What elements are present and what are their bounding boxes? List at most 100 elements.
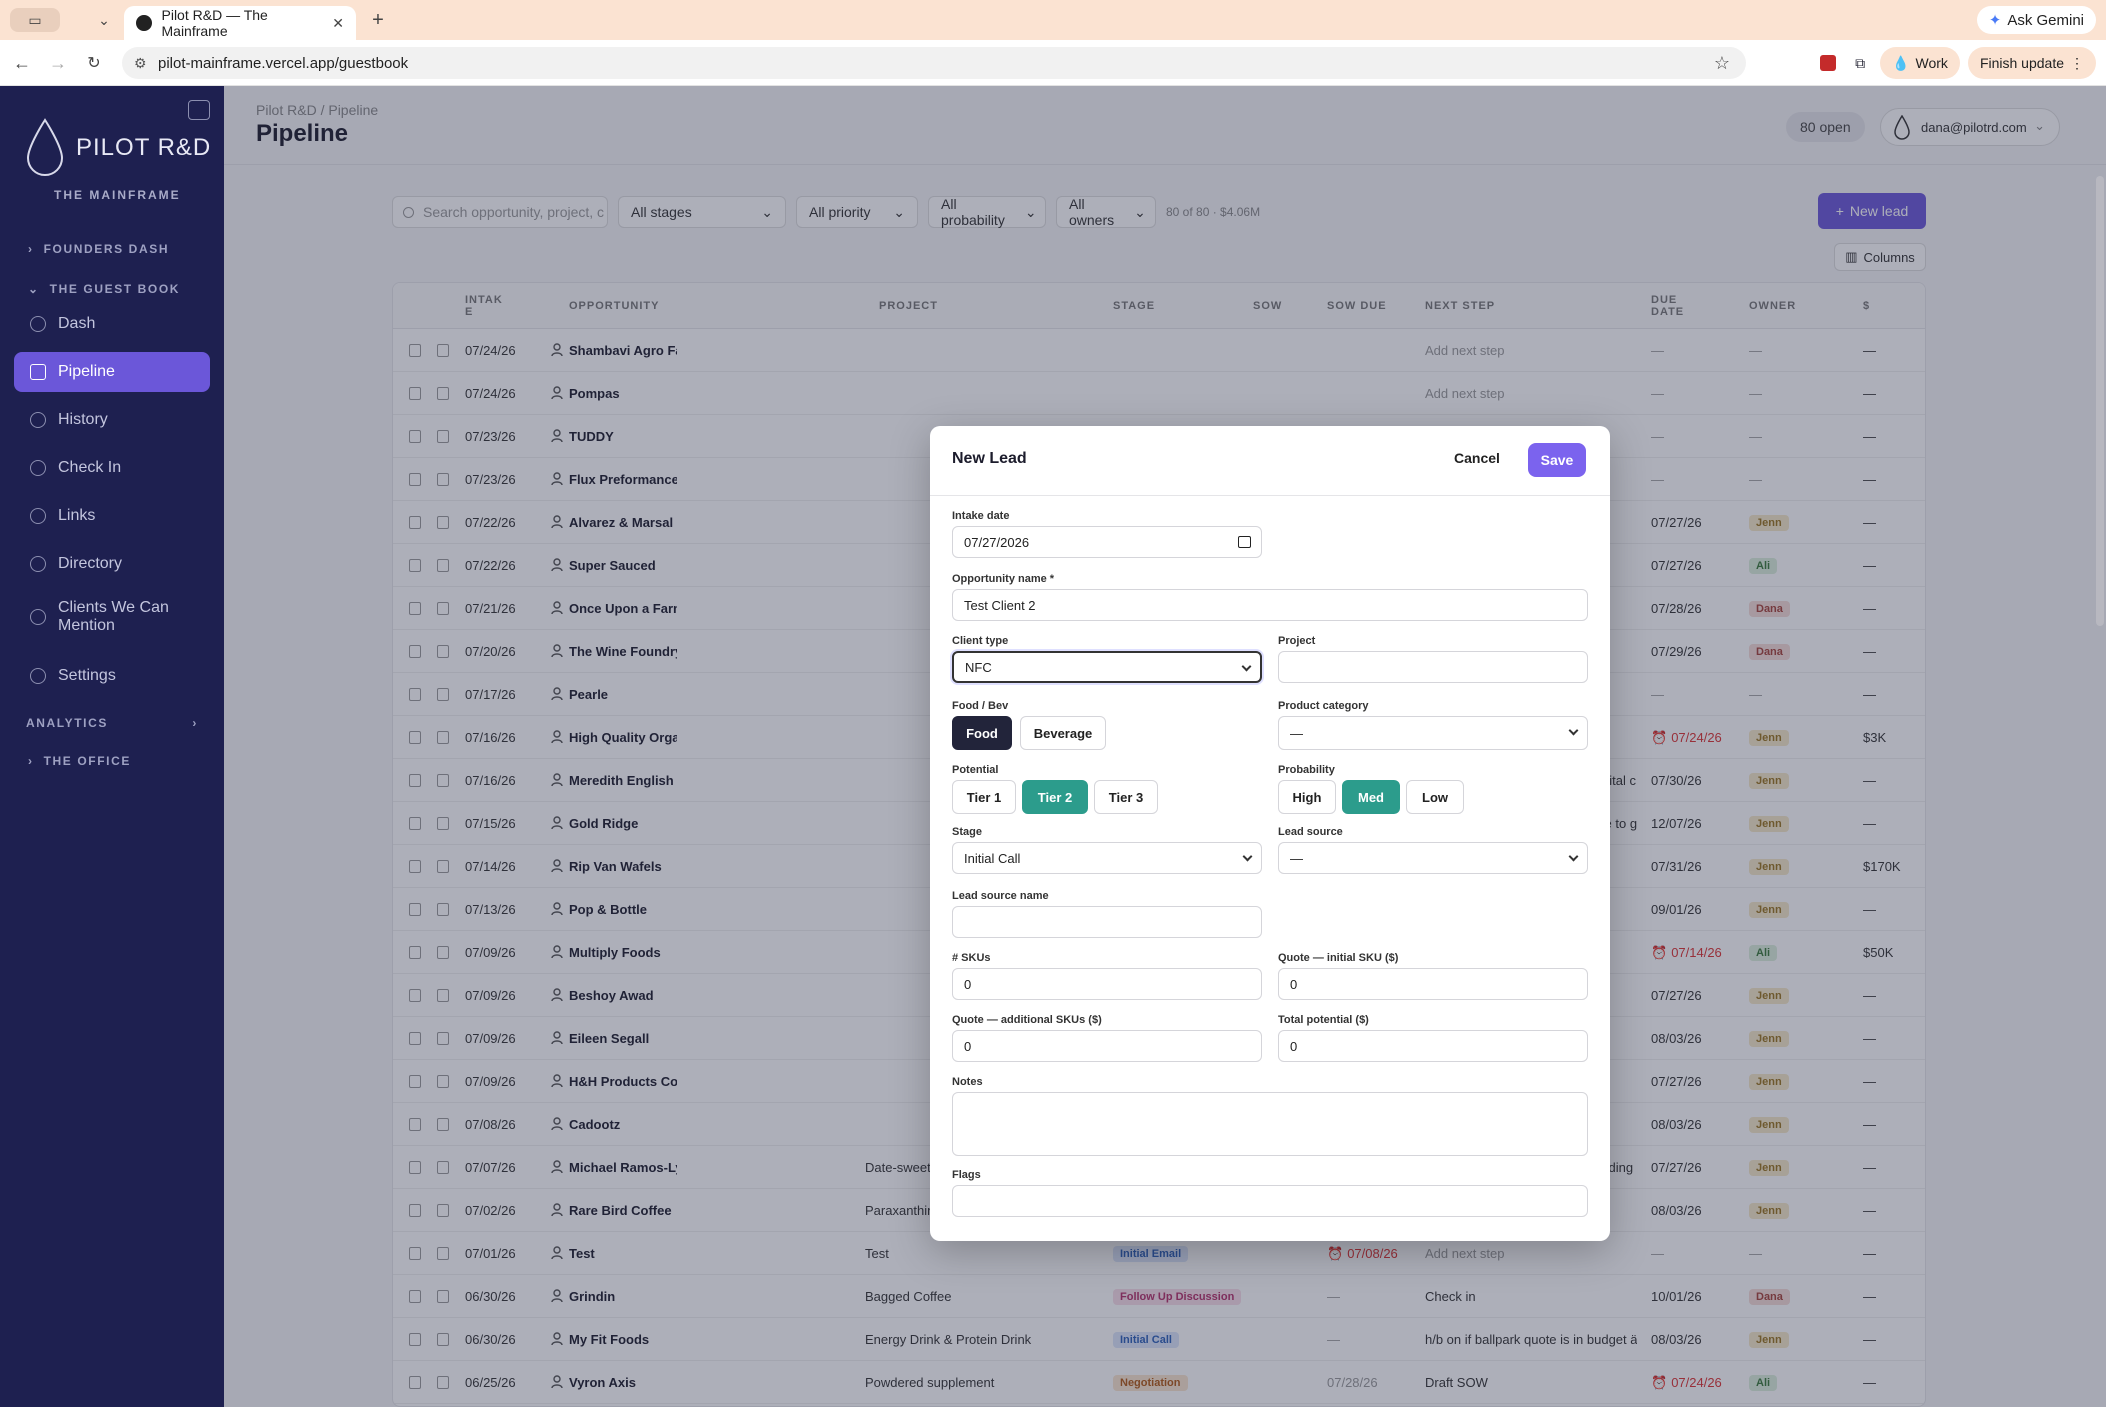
quote-initial-field[interactable]: 0	[1278, 968, 1588, 1000]
sidebar-item-dash[interactable]: Dash	[14, 304, 210, 344]
address-bar[interactable]: ⚙ pilot-mainframe.vercel.app/guestbook ☆	[122, 47, 1746, 79]
sidebar-item-check-in[interactable]: Check In	[14, 448, 210, 488]
quote-initial-label: Quote — initial SKU ($)	[1278, 952, 1399, 964]
chevron-down-icon	[1241, 661, 1252, 672]
chevron-right-icon: ›	[28, 242, 34, 256]
filter-icon	[30, 364, 46, 380]
back-arrow-icon[interactable]: ←	[6, 47, 38, 79]
food-bev-label: Food / Bev	[952, 700, 1009, 712]
notes-textarea[interactable]	[952, 1092, 1588, 1156]
sidebar-item-clients-we-can-mention[interactable]: Clients We Can Mention	[14, 592, 210, 642]
dialog-header: New Lead Cancel Save	[930, 426, 1610, 496]
finish-update-label: Finish update	[1979, 55, 2064, 71]
lead-source-name-label: Lead source name	[952, 890, 1049, 902]
total-potential-label: Total potential ($)	[1278, 1014, 1369, 1026]
clipboard-icon	[30, 460, 46, 476]
sidebar-item-label: Settings	[58, 667, 116, 684]
extensions-puzzle-icon[interactable]: ⧉	[1848, 51, 1872, 75]
skus-field[interactable]: 0	[952, 968, 1262, 1000]
sidebar-item-label: History	[58, 411, 108, 428]
lead-source-value: —	[1290, 850, 1303, 866]
tier-1-toggle[interactable]: Tier 1	[952, 780, 1016, 814]
section-founders-dash[interactable]: › FOUNDERS DASH	[28, 242, 169, 256]
tab-list-chevron-icon[interactable]: ⌄	[92, 8, 116, 32]
sidebar-item-directory[interactable]: Directory	[14, 544, 210, 584]
stage-select[interactable]: Initial Call	[952, 842, 1262, 874]
client-type-select[interactable]: NFC	[952, 651, 1262, 683]
building-icon	[30, 556, 46, 572]
opportunity-name-label: Opportunity name *	[952, 573, 1055, 585]
opportunity-name-value: Test Client 2	[964, 597, 1036, 613]
cancel-button[interactable]: Cancel	[1454, 450, 1500, 466]
finish-update-button[interactable]: Finish update ⋮	[1967, 47, 2096, 79]
section-the-office[interactable]: › THE OFFICE	[28, 754, 131, 768]
stage-label: Stage	[952, 826, 982, 838]
tab-search-button[interactable]: ▭	[10, 8, 60, 32]
sidebar-item-history[interactable]: History	[14, 400, 210, 440]
reload-icon[interactable]: ↻	[78, 47, 110, 79]
sidebar-item-settings[interactable]: Settings	[14, 656, 210, 696]
stage-value: Initial Call	[964, 850, 1021, 866]
total-potential-value: 0	[1290, 1038, 1298, 1054]
brand-name: PILOT R&D	[76, 134, 212, 161]
notes-label: Notes	[952, 1076, 983, 1088]
project-field[interactable]	[1278, 651, 1588, 683]
calendar-icon[interactable]	[1238, 536, 1251, 548]
chevron-right-icon: ›	[28, 754, 34, 768]
page-scrollbar[interactable]	[2096, 176, 2104, 626]
potential-label: Potential	[952, 764, 999, 776]
probability-low-toggle[interactable]: Low	[1406, 780, 1464, 814]
section-label: THE OFFICE	[43, 754, 131, 768]
browser-tab[interactable]: Pilot R&D — The Mainframe ✕	[124, 6, 356, 40]
collapse-sidebar-icon[interactable]	[188, 100, 210, 120]
bookmark-star-icon[interactable]: ☆	[1714, 53, 1730, 74]
toolbar-right: ⧉ 💧 Work Finish update ⋮	[1816, 47, 2096, 79]
main-content: Pilot R&D / Pipeline Pipeline 80 open da…	[224, 86, 2106, 1407]
more-vert-icon: ⋮	[2070, 54, 2084, 71]
project-label: Project	[1278, 635, 1316, 647]
probability-med-toggle[interactable]: Med	[1342, 780, 1400, 814]
food-toggle[interactable]: Food	[952, 716, 1012, 750]
lead-source-select[interactable]: —	[1278, 842, 1588, 874]
flags-field[interactable]	[952, 1185, 1588, 1217]
url-text: pilot-mainframe.vercel.app/guestbook	[158, 54, 409, 72]
close-tab-icon[interactable]: ✕	[332, 15, 344, 32]
tier-2-toggle[interactable]: Tier 2	[1022, 780, 1088, 814]
section-guest-book[interactable]: ⌄ THE GUEST BOOK	[28, 282, 180, 296]
probability-label: Probability	[1278, 764, 1335, 776]
sidebar-item-links[interactable]: Links	[14, 496, 210, 536]
lead-source-name-field[interactable]	[952, 906, 1262, 938]
intake-date-field[interactable]: 07/27/2026	[952, 526, 1262, 558]
save-button[interactable]: Save	[1528, 443, 1586, 477]
profile-button[interactable]: 💧 Work	[1880, 47, 1960, 79]
gear-icon	[30, 668, 46, 684]
forward-arrow-icon[interactable]: →	[42, 47, 74, 79]
opportunity-name-field[interactable]: Test Client 2	[952, 589, 1588, 621]
site-settings-icon[interactable]: ⚙	[134, 55, 147, 72]
browser-tabstrip: ▭ ⌄ Pilot R&D — The Mainframe ✕ + ✦ Ask G…	[0, 0, 2106, 40]
profile-label: Work	[1915, 55, 1948, 71]
total-potential-field[interactable]: 0	[1278, 1030, 1588, 1062]
probability-high-toggle[interactable]: High	[1278, 780, 1336, 814]
quote-additional-field[interactable]: 0	[952, 1030, 1262, 1062]
section-analytics[interactable]: ANALYTICS ›	[26, 716, 198, 730]
beverage-toggle[interactable]: Beverage	[1020, 716, 1106, 750]
megaphone-icon	[30, 609, 46, 625]
logo: PILOT R&D	[24, 118, 211, 178]
brand-subtitle: THE MAINFRAME	[54, 188, 181, 202]
tier-3-toggle[interactable]: Tier 3	[1094, 780, 1158, 814]
product-category-select[interactable]: —	[1278, 716, 1588, 750]
new-tab-button[interactable]: +	[366, 8, 390, 32]
client-type-label: Client type	[952, 635, 1009, 647]
lead-source-label: Lead source	[1278, 826, 1343, 838]
intake-date-value: 07/27/2026	[964, 534, 1030, 550]
quote-additional-label: Quote — additional SKUs ($)	[952, 1014, 1102, 1026]
ask-gemini-label: Ask Gemini	[2007, 11, 2084, 29]
extension-icon[interactable]	[1816, 51, 1840, 75]
link-icon	[30, 508, 46, 524]
tab-title: Pilot R&D — The Mainframe	[161, 7, 268, 39]
section-label: FOUNDERS DASH	[43, 242, 170, 256]
sidebar-item-pipeline[interactable]: Pipeline	[14, 352, 210, 392]
chevron-down-icon	[1568, 851, 1579, 862]
ask-gemini-button[interactable]: ✦ Ask Gemini	[1976, 6, 2096, 34]
